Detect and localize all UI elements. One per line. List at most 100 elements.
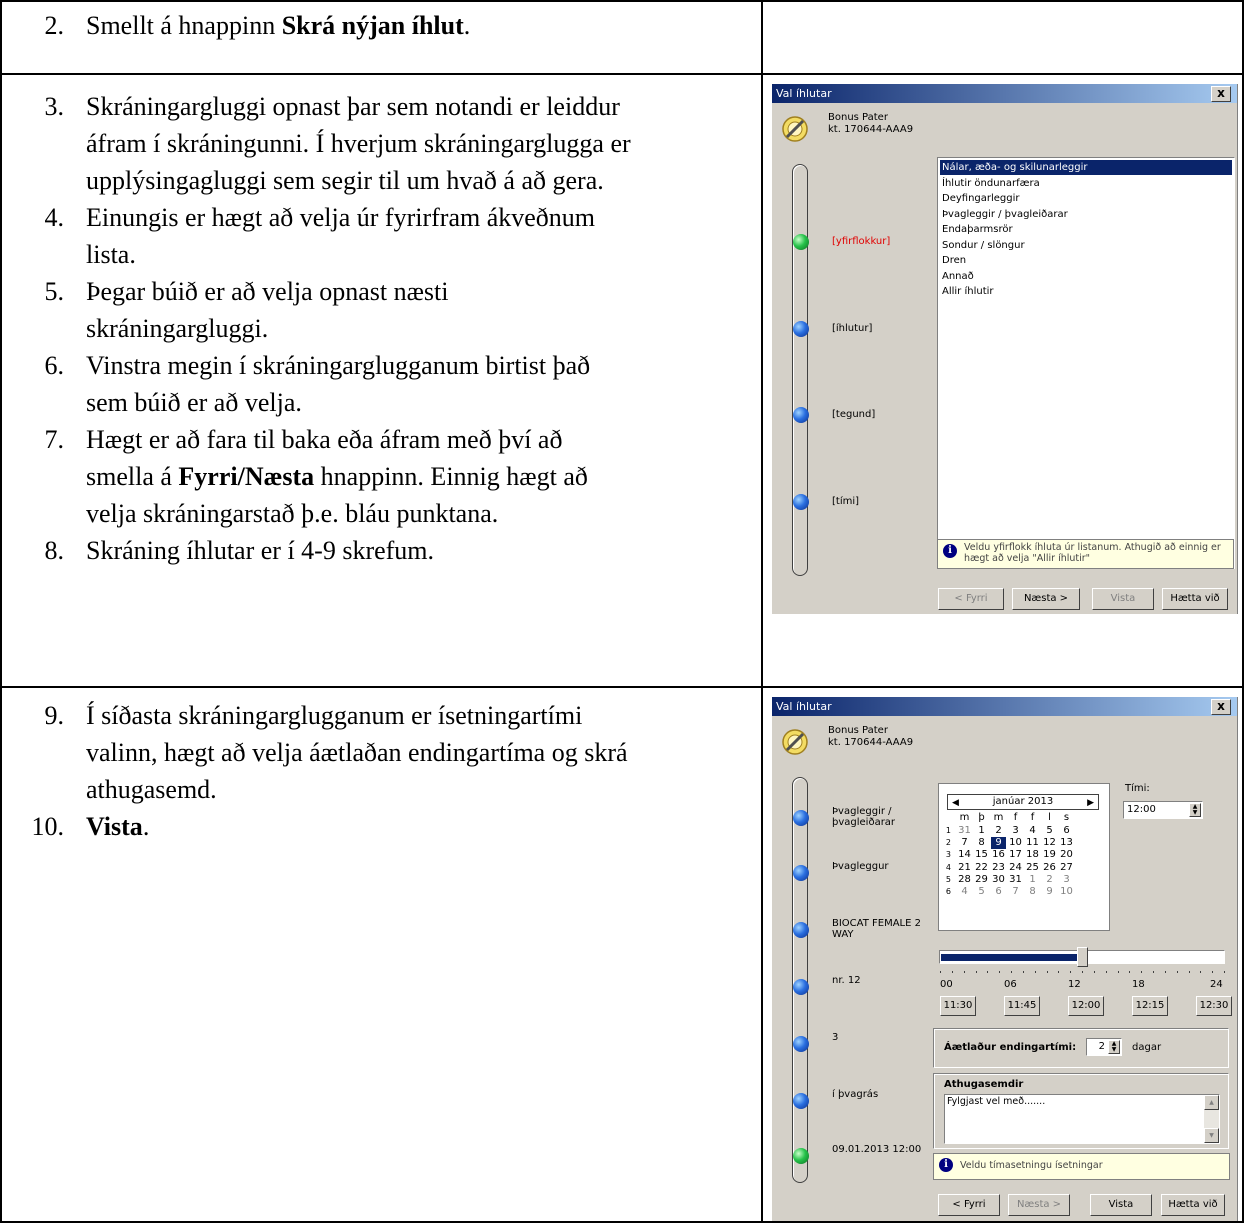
list-item[interactable]: Nálar, æða- og skilunarleggir — [940, 160, 1232, 175]
quick-time-button[interactable]: 11:45 — [1004, 996, 1040, 1016]
step-label[interactable]: Þvagleggur — [832, 861, 928, 872]
calendar-day[interactable]: 2 — [1042, 874, 1057, 886]
step-dot-icon[interactable] — [793, 1036, 809, 1052]
next-button[interactable]: Næsta > — [1008, 1194, 1070, 1216]
calendar-day[interactable]: 1 — [1025, 874, 1040, 886]
calendar-day[interactable]: 31 — [1008, 874, 1023, 886]
step-dot-icon[interactable] — [793, 494, 809, 510]
close-button[interactable]: x — [1211, 86, 1231, 102]
save-button[interactable]: Vista — [1090, 1194, 1152, 1216]
calendar-day[interactable]: 7 — [1008, 886, 1023, 898]
calendar-day[interactable]: 13 — [1059, 837, 1074, 849]
calendar-day[interactable]: 1 — [974, 825, 989, 837]
calendar-day[interactable]: 26 — [1042, 862, 1057, 874]
calendar-day[interactable]: 14 — [957, 849, 972, 861]
step-dot-icon[interactable] — [793, 865, 809, 881]
spinner-arrows-icon[interactable]: ▲ ▼ — [1108, 1040, 1120, 1054]
calendar-day[interactable]: 29 — [974, 874, 989, 886]
prev-button[interactable]: < Fyrri — [938, 588, 1004, 610]
calendar-day[interactable]: 28 — [957, 874, 972, 886]
step-dot-icon[interactable] — [793, 234, 809, 250]
calendar-day[interactable]: 12 — [1042, 837, 1057, 849]
prev-button[interactable]: < Fyrri — [938, 1194, 1000, 1216]
step-dot-icon[interactable] — [793, 979, 809, 995]
list-item[interactable]: Dren — [940, 253, 1232, 268]
step-label[interactable]: [tími] — [832, 496, 932, 507]
calendar-day[interactable]: 19 — [1042, 849, 1057, 861]
calendar-day[interactable]: 6 — [991, 886, 1006, 898]
spinner-arrows-icon[interactable]: ▲ ▼ — [1189, 803, 1201, 817]
time-spinner[interactable]: 12:00 ▲ ▼ — [1123, 801, 1203, 819]
save-button[interactable]: Vista — [1092, 588, 1154, 610]
cancel-button[interactable]: Hætta við — [1161, 1194, 1225, 1216]
calendar-day[interactable]: 30 — [991, 874, 1006, 886]
step-dot-icon[interactable] — [793, 407, 809, 423]
step-dot-icon[interactable] — [793, 321, 809, 337]
calendar-day[interactable]: 21 — [957, 862, 972, 874]
calendar-day[interactable]: 10 — [1008, 837, 1023, 849]
step-label[interactable]: nr. 12 — [832, 975, 928, 986]
step-label[interactable]: BIOCAT FEMALE 2 WAY — [832, 918, 928, 940]
calendar-day[interactable]: 7 — [957, 837, 972, 849]
calendar-day[interactable]: 4 — [957, 886, 972, 898]
quick-time-button[interactable]: 12:15 — [1132, 996, 1168, 1016]
next-button[interactable]: Næsta > — [1012, 588, 1080, 610]
time-slider[interactable] — [939, 947, 1225, 967]
calendar-day[interactable]: 31 — [957, 825, 972, 837]
calendar-day[interactable]: 18 — [1025, 849, 1040, 861]
scroll-down-icon[interactable]: ▼ — [1204, 1128, 1219, 1143]
calendar-day[interactable]: 25 — [1025, 862, 1040, 874]
calendar-day[interactable]: 11 — [1025, 837, 1040, 849]
calendar-day[interactable]: 9 — [991, 837, 1006, 850]
calendar-day[interactable]: 27 — [1059, 862, 1074, 874]
step-label[interactable]: [tegund] — [832, 409, 932, 420]
calendar-day[interactable]: 23 — [991, 862, 1006, 874]
list-item[interactable]: Deyfingarleggir — [940, 191, 1232, 206]
next-month-icon[interactable]: ▶ — [1087, 796, 1094, 810]
calendar-day[interactable]: 15 — [974, 849, 989, 861]
step-label[interactable]: í þvagrás — [832, 1089, 928, 1100]
step-label[interactable]: 09.01.2013 12:00 — [832, 1144, 928, 1155]
step-dot-icon[interactable] — [793, 1093, 809, 1109]
list-item[interactable]: Sondur / slöngur — [940, 238, 1232, 253]
step-dot-icon[interactable] — [793, 1148, 809, 1164]
quick-time-button[interactable]: 12:30 — [1196, 996, 1232, 1016]
calendar-day[interactable]: 5 — [974, 886, 989, 898]
calendar-day[interactable]: 2 — [991, 825, 1006, 837]
prev-month-icon[interactable]: ◀ — [952, 796, 959, 810]
quick-time-button[interactable]: 12:00 — [1068, 996, 1104, 1016]
calendar-day[interactable]: 6 — [1059, 825, 1074, 837]
cancel-button[interactable]: Hætta við — [1162, 588, 1228, 610]
calendar-day[interactable]: 3 — [1008, 825, 1023, 837]
scroll-up-icon[interactable]: ▲ — [1204, 1095, 1219, 1110]
calendar-day[interactable]: 17 — [1008, 849, 1023, 861]
list-item[interactable]: Endaþarmsrör — [940, 222, 1232, 237]
step-dot-icon[interactable] — [793, 922, 809, 938]
comments-scrollbar[interactable]: ▲ ▼ — [1204, 1095, 1219, 1143]
calendar-day[interactable]: 10 — [1059, 886, 1074, 898]
list-item[interactable]: Þvagleggir / þvagleiðarar — [940, 207, 1232, 222]
quick-time-button[interactable]: 11:30 — [940, 996, 976, 1016]
calendar-day[interactable]: 16 — [991, 849, 1006, 861]
step-label[interactable]: 3 — [832, 1032, 928, 1043]
calendar-day[interactable]: 8 — [1025, 886, 1040, 898]
end-time-spinner[interactable]: 2 ▲ ▼ — [1086, 1038, 1122, 1056]
category-list[interactable]: Nálar, æða- og skilunarleggir Íhlutir önd… — [937, 157, 1235, 569]
calendar-day[interactable]: 9 — [1042, 886, 1057, 898]
list-item[interactable]: Allir íhlutir — [940, 284, 1232, 299]
calendar-day[interactable]: 3 — [1059, 874, 1074, 886]
calendar-day[interactable]: 8 — [974, 837, 989, 849]
comments-textarea[interactable]: Fylgjast vel með....... ▲ ▼ — [944, 1094, 1220, 1144]
list-item[interactable]: Íhlutir öndunarfæra — [940, 176, 1232, 191]
calendar-day[interactable]: 22 — [974, 862, 989, 874]
step-label[interactable]: Þvagleggir / þvagleiðarar — [832, 806, 928, 828]
step-label[interactable]: [íhlutur] — [832, 323, 932, 334]
calendar-day[interactable]: 4 — [1025, 825, 1040, 837]
calendar-day[interactable]: 24 — [1008, 862, 1023, 874]
time-slider-thumb[interactable] — [1077, 947, 1088, 967]
list-item[interactable]: Annað — [940, 269, 1232, 284]
calendar-day[interactable]: 20 — [1059, 849, 1074, 861]
calendar-day[interactable]: 5 — [1042, 825, 1057, 837]
step-label[interactable]: [yfirflokkur] — [832, 236, 932, 247]
close-button[interactable]: x — [1211, 699, 1231, 715]
